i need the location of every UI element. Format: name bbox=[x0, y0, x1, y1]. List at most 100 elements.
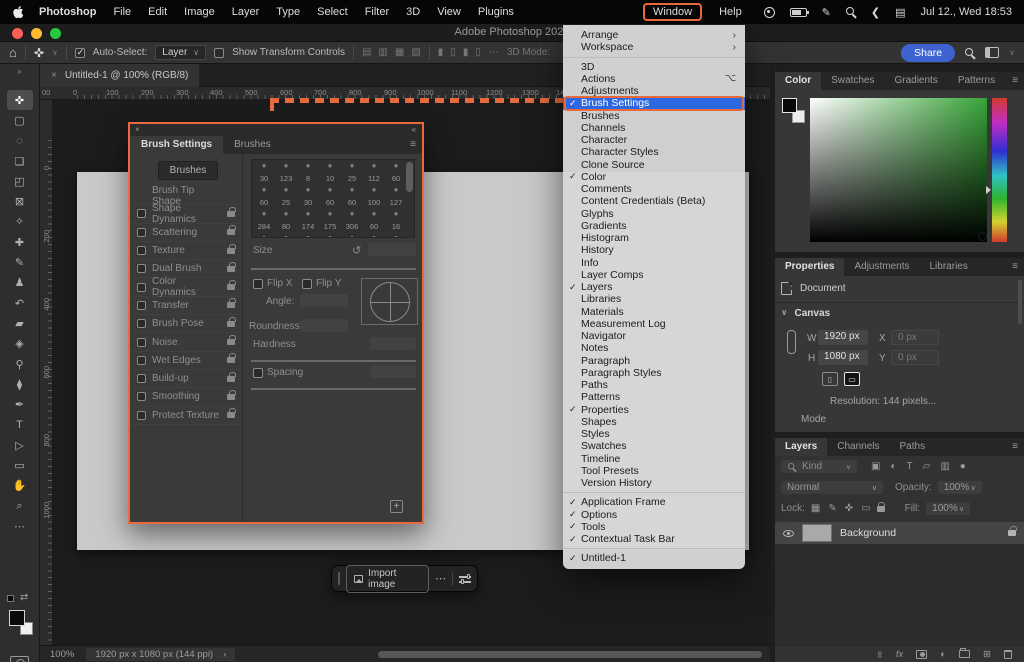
brush-preset[interactable]: 60 bbox=[385, 160, 407, 184]
size-input[interactable] bbox=[368, 243, 416, 256]
zoom-level[interactable]: 100% bbox=[50, 649, 74, 660]
lock-all-icon[interactable] bbox=[877, 506, 885, 512]
brush-preset[interactable]: 60 bbox=[341, 184, 363, 208]
opacity-input[interactable]: 100%∨ bbox=[938, 481, 982, 494]
window-menu-item[interactable]: ✓ Character Styles bbox=[563, 146, 745, 158]
menubar-item[interactable]: View bbox=[437, 6, 461, 18]
window-menu-item[interactable]: ✓ Comments bbox=[563, 183, 745, 195]
brush-preset[interactable]: 60 bbox=[319, 184, 341, 208]
window-menu-item[interactable]: ✓ Adjustments bbox=[563, 85, 745, 97]
window-menu-item[interactable]: ✓ Gradients bbox=[563, 220, 745, 232]
lock-icon[interactable] bbox=[227, 357, 235, 363]
x-input[interactable]: 0 px bbox=[891, 330, 939, 345]
window-menu-item[interactable]: ✓ Layer Comps bbox=[563, 269, 745, 281]
brush-preset[interactable]: 123 bbox=[275, 160, 297, 184]
window-menu-item[interactable]: ✓ Shapes bbox=[563, 416, 745, 428]
new-brush-button[interactable]: + bbox=[390, 500, 403, 513]
blur-tool[interactable]: ⧫ bbox=[7, 374, 33, 394]
share-button[interactable]: Share bbox=[901, 44, 955, 62]
brush-preset[interactable] bbox=[385, 232, 407, 238]
panel-menu-icon[interactable]: ≡ bbox=[410, 139, 416, 150]
brush-preset[interactable]: 25 bbox=[275, 184, 297, 208]
more-tools[interactable]: ⋯ bbox=[7, 516, 33, 536]
panel-menu-icon[interactable]: ≡ bbox=[1012, 441, 1018, 452]
brush-preset[interactable]: 8 bbox=[297, 160, 319, 184]
link-dimensions-icon[interactable] bbox=[787, 330, 796, 354]
spotlight-icon[interactable] bbox=[846, 7, 856, 17]
window-menu-item[interactable]: ✓ Paragraph bbox=[563, 355, 745, 367]
section-checkbox[interactable] bbox=[137, 283, 146, 292]
window-menu-item[interactable]: ✓ Navigator bbox=[563, 330, 745, 342]
hue-slider[interactable] bbox=[992, 98, 1007, 242]
menubar-app-icon[interactable]: ▤ bbox=[895, 6, 905, 19]
brush-section-row[interactable]: Transfer bbox=[130, 297, 242, 315]
angle-input[interactable] bbox=[300, 294, 348, 307]
window-menu-item[interactable]: ✓ Character bbox=[563, 134, 745, 146]
menubar-item[interactable]: Photoshop bbox=[39, 6, 96, 18]
lock-option-icon[interactable]: ▦ bbox=[811, 503, 820, 514]
section-checkbox[interactable] bbox=[137, 228, 146, 237]
brush-preset[interactable]: 16 bbox=[385, 208, 407, 232]
filter-type-icon[interactable]: ◐ bbox=[890, 461, 896, 472]
type-tool[interactable]: T bbox=[7, 415, 33, 435]
brush-preset[interactable] bbox=[275, 232, 297, 238]
window-menu-item[interactable]: ✓ Channels bbox=[563, 122, 745, 134]
stylus-icon[interactable]: ✎ bbox=[822, 6, 831, 19]
color-picker-marker[interactable] bbox=[978, 232, 987, 241]
layer-visibility-icon[interactable] bbox=[783, 530, 794, 537]
brush-preset[interactable]: 127 bbox=[385, 184, 407, 208]
width-input[interactable]: 1920 px bbox=[818, 330, 868, 345]
align-icon[interactable]: ▦ bbox=[395, 47, 404, 58]
panel-tab[interactable]: Channels bbox=[827, 438, 889, 456]
layer-thumbnail[interactable] bbox=[802, 524, 832, 542]
brush-section-row[interactable]: Noise bbox=[130, 333, 242, 351]
pen-tool[interactable]: ✒ bbox=[7, 394, 33, 414]
import-image-button[interactable]: Import image bbox=[346, 565, 429, 593]
window-menu-item[interactable]: ✓ Actions ⌥ bbox=[563, 73, 745, 85]
history-brush-tool[interactable]: ↶ bbox=[7, 293, 33, 313]
menubar-item[interactable]: Layer bbox=[232, 6, 260, 18]
window-menu-item[interactable]: ✓ Application Frame bbox=[563, 496, 745, 508]
hardness-input[interactable] bbox=[370, 337, 416, 350]
window-menu-item[interactable]: ✓ Arrange › bbox=[563, 29, 745, 41]
blend-mode-dropdown[interactable]: Normal∨ bbox=[781, 481, 883, 494]
brush-panel-tab[interactable]: Brush Settings bbox=[130, 136, 223, 154]
lasso-tool[interactable]: ◌ bbox=[7, 131, 33, 151]
show-transform-checkbox[interactable] bbox=[214, 48, 224, 58]
document-info[interactable]: 1920 px x 1080 px (144 ppi) › bbox=[86, 648, 235, 661]
more-options-icon[interactable]: ⋯ bbox=[489, 47, 499, 58]
collapse-panel-icon[interactable]: « bbox=[412, 125, 416, 134]
home-icon[interactable]: ⌂ bbox=[9, 46, 17, 59]
brush-section-row[interactable]: Texture bbox=[130, 242, 242, 260]
close-tab-icon[interactable]: × bbox=[51, 70, 57, 81]
link-layers-icon[interactable]: ∞ bbox=[874, 651, 885, 658]
section-checkbox[interactable] bbox=[137, 246, 146, 255]
lock-option-icon[interactable]: ✜ bbox=[845, 503, 853, 514]
window-menu-item[interactable]: ✓ Styles bbox=[563, 428, 745, 440]
hardness-slider[interactable] bbox=[251, 360, 416, 362]
delete-layer-icon[interactable] bbox=[1004, 650, 1012, 659]
panel-tab[interactable]: Paths bbox=[890, 438, 936, 456]
healing-brush-tool[interactable]: ✚ bbox=[7, 232, 33, 252]
align-icon[interactable]: ▧ bbox=[411, 47, 420, 58]
lock-icon[interactable] bbox=[227, 302, 235, 308]
vertical-ruler[interactable]: 02004006008001000 bbox=[40, 100, 53, 645]
lock-icon[interactable] bbox=[227, 266, 235, 272]
window-menu-item[interactable]: ✓ Options bbox=[563, 509, 745, 521]
brush-preset[interactable] bbox=[297, 232, 319, 238]
window-menu-item[interactable]: ✓ Measurement Log bbox=[563, 318, 745, 330]
panel-tab[interactable]: Swatches bbox=[821, 72, 884, 90]
window-menu-item[interactable]: ✓ Patterns bbox=[563, 391, 745, 403]
section-checkbox[interactable] bbox=[137, 338, 146, 347]
distribute-icon[interactable]: ▮ bbox=[463, 47, 469, 58]
zoom-tool[interactable]: ⌕ bbox=[7, 496, 33, 516]
window-menu-item[interactable]: ✓ Clone Source bbox=[563, 159, 745, 171]
brush-preset[interactable]: 60 bbox=[253, 184, 275, 208]
crop-tool[interactable]: ◰ bbox=[7, 171, 33, 191]
window-menu-item[interactable]: ✓ Untitled-1 bbox=[563, 552, 745, 564]
brush-preset[interactable] bbox=[341, 232, 363, 238]
y-input[interactable]: 0 px bbox=[891, 350, 939, 365]
section-checkbox[interactable] bbox=[137, 209, 146, 218]
filter-type-icon[interactable]: T bbox=[907, 461, 913, 472]
brush-preset[interactable]: 112 bbox=[363, 160, 385, 184]
